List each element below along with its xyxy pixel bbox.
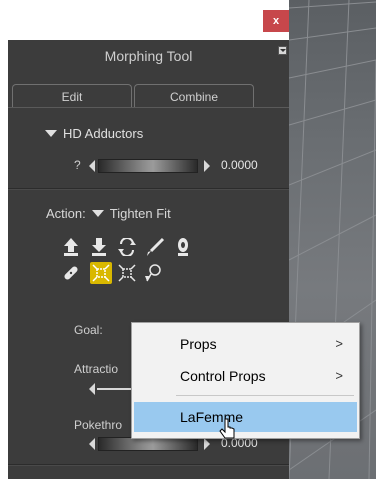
morph-value[interactable]: 0.0000 [221,158,258,172]
loosen-fit-icon[interactable] [116,262,138,284]
magnet-icon[interactable] [142,262,164,284]
morph-name: HD Adductors [63,126,144,141]
attraction-decrement-icon[interactable] [89,383,95,395]
pokethrough-slider[interactable] [98,437,198,451]
bottom-separator [8,464,289,466]
menu-item-lafemme[interactable]: LaFemme [134,402,357,432]
increment-arrow-icon[interactable] [204,160,210,172]
panel-titlebar [8,0,289,38]
action-row[interactable]: Action: Tighten Fit [46,206,171,221]
panel-title: Morphing Tool [104,48,193,64]
morph-slider-row: ? 0.0000 [8,157,289,175]
tab-edit[interactable]: Edit [12,84,132,108]
pin-icon[interactable] [172,236,194,258]
attraction-label: Attractio [74,362,119,376]
submenu-arrow-icon: > [335,368,343,383]
menu-item-label: Props [180,336,217,352]
decrement-arrow-icon[interactable] [89,160,95,172]
smooth-icon[interactable] [116,236,138,258]
collapse-arrow-icon [45,130,57,137]
action-value: Tighten Fit [109,206,171,221]
mouse-cursor-icon [219,418,235,439]
menu-separator [176,395,354,396]
pokethrough-decrement-icon[interactable] [89,438,95,450]
pokethrough-label: Pokethro [74,418,123,432]
section-separator [8,188,289,190]
panel-menu-icon[interactable] [278,46,287,55]
menu-item-label: Control Props [180,368,266,384]
morph-section-header[interactable]: HD Adductors [45,126,143,141]
menu-item-control-props[interactable]: Control Props > [134,361,357,391]
context-menu: Props > Control Props > LaFemme [131,322,360,439]
close-button[interactable]: x [263,10,289,32]
pull-icon[interactable] [60,236,82,258]
submenu-arrow-icon: > [335,336,343,351]
goal-label: Goal: [74,323,103,337]
bandage-icon[interactable] [60,262,82,284]
brush-icon[interactable] [144,236,166,258]
action-label: Action: [46,206,86,221]
help-icon[interactable]: ? [74,158,81,172]
pokethrough-increment-icon[interactable] [204,438,210,450]
tab-divider [8,107,289,108]
tab-combine[interactable]: Combine [134,84,254,108]
tighten-fit-icon[interactable] [90,262,112,284]
attraction-slider[interactable] [97,388,131,390]
push-icon[interactable] [88,236,110,258]
morph-slider[interactable] [98,159,198,173]
tab-bar: Edit Combine [8,84,289,108]
dropdown-arrow-icon [91,210,104,217]
menu-item-props[interactable]: Props > [134,329,357,359]
